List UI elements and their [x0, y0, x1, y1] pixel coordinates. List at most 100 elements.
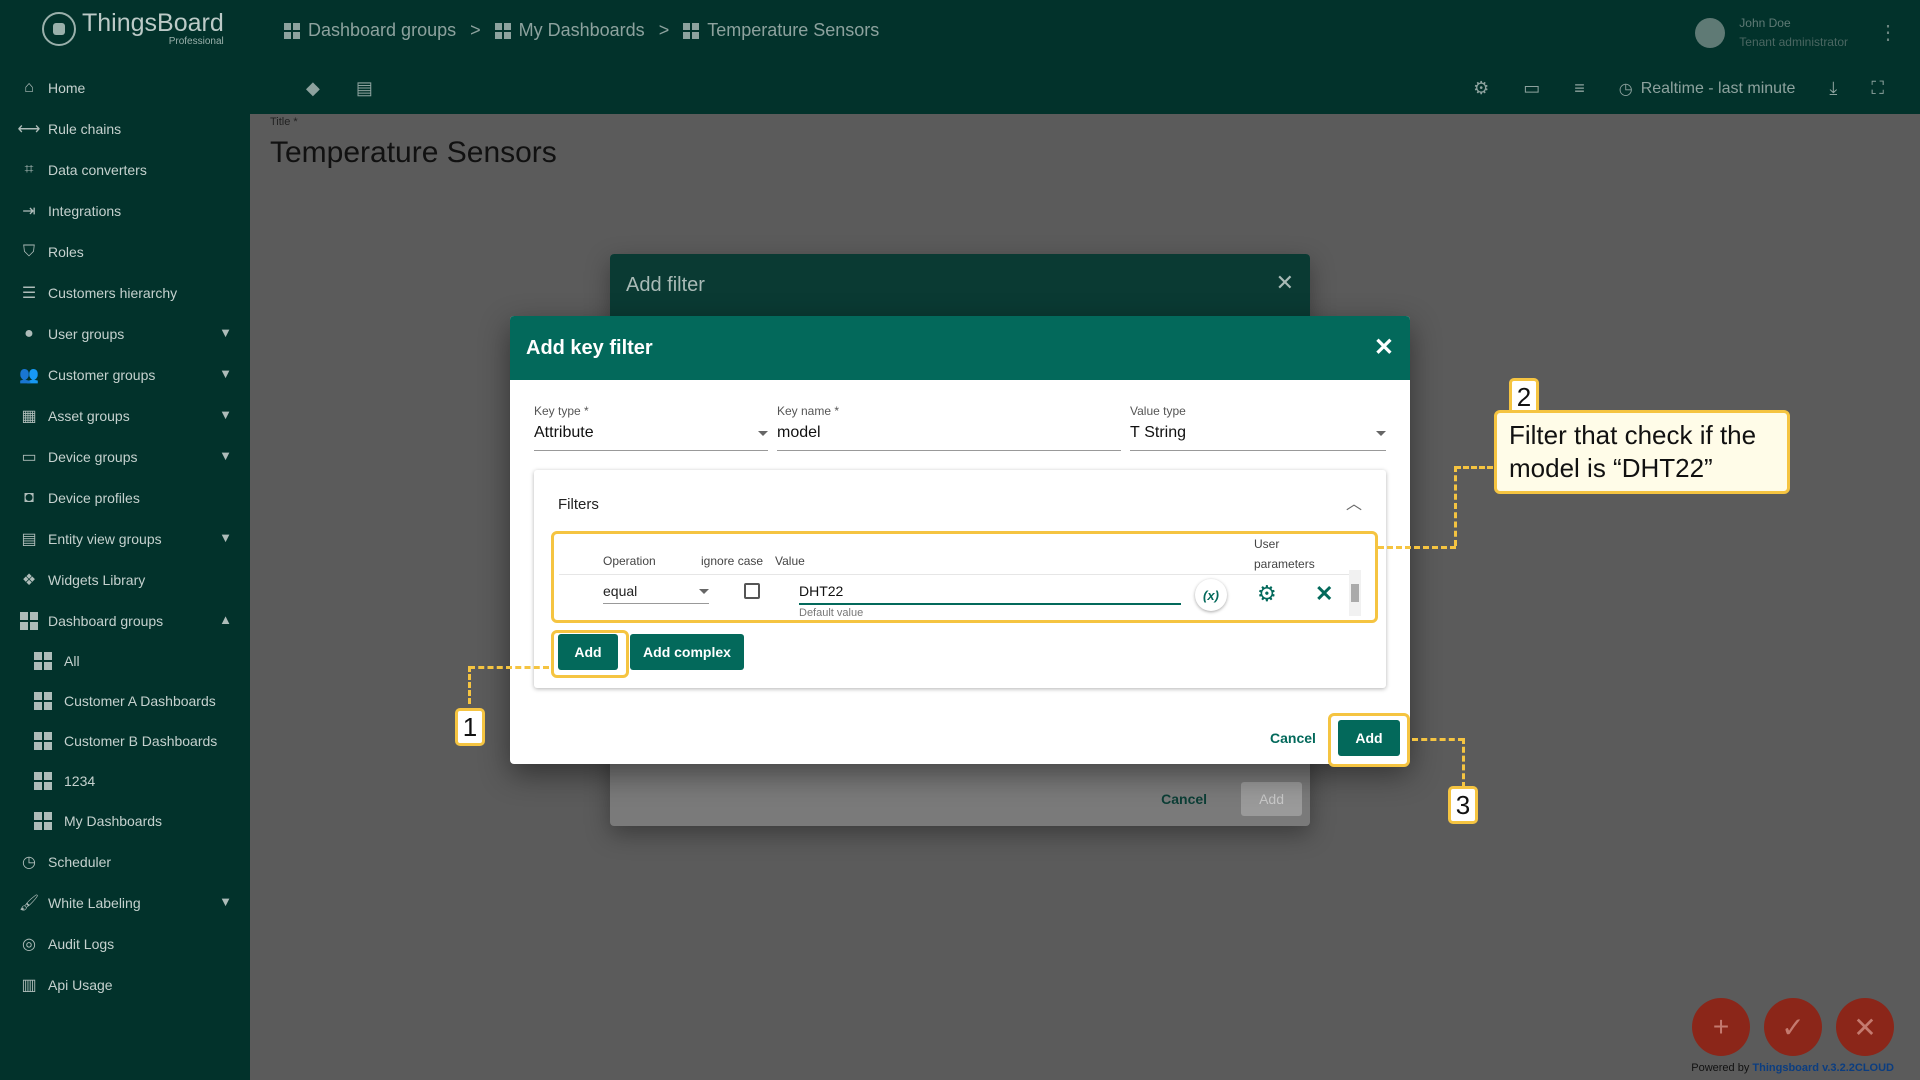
sidebar-subitem-customer-b[interactable]: Customer B Dashboards [0, 721, 250, 761]
sidebar-subitem-all[interactable]: All [0, 641, 250, 681]
sidebar-item-white-labeling[interactable]: 🖌 White Labeling ▼ [0, 882, 250, 923]
dashboard-icon [34, 732, 54, 750]
devices-icon: ▭ [21, 448, 37, 466]
close-icon[interactable]: ✕ [1276, 270, 1294, 296]
chevron-down-icon: ▼ [219, 894, 232, 909]
close-icon[interactable]: ✕ [1374, 333, 1394, 362]
sidebar-item-data-converters[interactable]: ⌗ Data converters [0, 149, 250, 190]
device-profile-icon: ◘ [24, 488, 34, 506]
add-complex-button[interactable]: Add complex [630, 634, 744, 670]
submit-button-highlight [1328, 713, 1410, 767]
add-fab-button[interactable]: + [1692, 998, 1750, 1056]
dashboard-icon [34, 652, 54, 670]
add-icon: + [1712, 1011, 1730, 1042]
sidebar-item-label: Customer groups [48, 366, 156, 383]
add-filter-dialog-header: Add filter ✕ [610, 254, 1310, 316]
sidebar-subitem-1234[interactable]: 1234 [0, 761, 250, 801]
cancel-button[interactable]: Cancel [1147, 783, 1221, 815]
sidebar-item-label: Api Usage [48, 976, 113, 993]
sidebar-subitem-customer-a[interactable]: Customer A Dashboards [0, 681, 250, 721]
sidebar-item-scheduler[interactable]: ◷ Scheduler [0, 841, 250, 882]
layers-icon[interactable]: ◆ [306, 78, 320, 99]
account-circle-icon: ● [24, 324, 34, 342]
key-type-value[interactable]: Attribute [534, 424, 768, 451]
version-link[interactable]: Thingsboard v.3.2.2CLOUD [1752, 1062, 1894, 1074]
value-type-select[interactable]: Value type T String [1130, 404, 1386, 451]
text-type-icon: T [1130, 424, 1140, 441]
sidebar-item-api-usage[interactable]: ▥ Api Usage [0, 964, 250, 1005]
sidebar-item-integrations[interactable]: ⇥ Integrations [0, 190, 250, 231]
annotation-connector [1462, 738, 1465, 788]
rule-chains-icon: ⟷ [17, 120, 41, 138]
sidebar-subitem-my-dashboards[interactable]: My Dashboards [0, 801, 250, 841]
cancel-button[interactable]: Cancel [1270, 730, 1316, 746]
check-icon: ✓ [1781, 1011, 1805, 1043]
sidebar-item-label: Widgets Library [48, 571, 146, 588]
value-type-label: Value type [1130, 404, 1186, 418]
sidebar-menu: ⌂ Home ⟷ Rule chains ⌗ Data converters ⇥ Int… [0, 67, 250, 1005]
sidebar-item-label: User groups [48, 325, 125, 342]
breadcrumb-dashboard-groups[interactable]: Dashboard groups [284, 20, 456, 41]
sidebar-item-device-profiles[interactable]: ◘ Device profiles [0, 477, 250, 518]
sidebar-item-audit-logs[interactable]: ◎ Audit Logs [0, 923, 250, 964]
shield-icon: ⛉ [22, 242, 35, 260]
dashboard-icon [494, 22, 511, 39]
sidebar-item-rule-chains[interactable]: ⟷ Rule chains [0, 108, 250, 149]
chevron-down-icon: ▼ [219, 366, 232, 381]
breadcrumb-my-dashboards[interactable]: My Dashboards [494, 20, 645, 41]
sidebar-item-dashboard-groups[interactable]: Dashboard groups ▲ [0, 600, 250, 641]
layout-icon[interactable]: ▤ [356, 78, 373, 99]
key-type-select[interactable]: Key type * Attribute [534, 404, 768, 451]
dashboard-icon [34, 692, 54, 710]
sidebar-item-roles[interactable]: ⛉ Roles [0, 231, 250, 272]
timewindow-button[interactable]: ◷ Realtime - last minute [1619, 79, 1796, 99]
devices-icon[interactable]: ▭ [1523, 78, 1540, 99]
breadcrumb-temperature-sensors: Temperature Sensors [683, 20, 879, 41]
filter-list-icon[interactable]: ≡ [1574, 78, 1585, 99]
fullscreen-icon[interactable]: ⛶ [1871, 78, 1884, 99]
download-icon[interactable]: ⤓ [1829, 78, 1837, 99]
sidebar-subitem-label: Customer A Dashboards [64, 693, 216, 709]
avatar[interactable] [1695, 17, 1726, 48]
chevron-up-icon[interactable]: ︿ [1346, 490, 1362, 514]
chevron-down-icon: ▼ [219, 325, 232, 340]
apply-fab-button[interactable]: ✓ [1764, 998, 1822, 1056]
user-menu[interactable]: John Doe Tenant administrator ⋮ [1695, 14, 1898, 51]
dashboard-icon [34, 772, 54, 790]
key-name-field[interactable]: Key name * model [777, 404, 1121, 451]
logo[interactable]: ThingsBoard Professional [0, 0, 250, 58]
dashboard-icon [18, 611, 40, 631]
dashboard-icon [284, 22, 300, 39]
value-type-value[interactable]: T String [1130, 424, 1386, 451]
sidebar-item-user-groups[interactable]: ● User groups ▼ [0, 313, 250, 354]
breadcrumb-separator: > [470, 20, 481, 40]
widgets-icon: ❖ [21, 571, 37, 589]
sidebar-item-label: Device profiles [48, 489, 140, 506]
more-vert-icon[interactable]: ⋮ [1878, 20, 1898, 45]
title-field-label: Title * [270, 116, 298, 128]
sidebar-item-widgets-library[interactable]: ❖ Widgets Library [0, 559, 250, 600]
dropdown-arrow-icon [758, 430, 768, 436]
annotation-number-1: 1 [455, 708, 485, 746]
sidebar-item-label: Audit Logs [48, 935, 115, 952]
annotation-connector [1412, 738, 1464, 741]
sidebar-item-asset-groups[interactable]: ▦ Asset groups ▼ [0, 395, 250, 436]
sidebar: ThingsBoard Professional ⌂ Home ⟷ Rule cha… [0, 0, 250, 1080]
dashboard-toolbar-left: ◆ ▤ [306, 78, 373, 99]
sidebar-item-customer-groups[interactable]: 👥 Customer groups ▼ [0, 354, 250, 395]
close-fab-button[interactable]: ✕ [1836, 998, 1894, 1056]
page-title[interactable]: Temperature Sensors [270, 136, 557, 170]
sidebar-item-label: Dashboard groups [48, 612, 164, 629]
add-button-disabled[interactable]: Add [1241, 782, 1302, 816]
sidebar-item-customers-hierarchy[interactable]: ☰ Customers hierarchy [0, 272, 250, 313]
logo-title: ThingsBoard [82, 9, 224, 37]
sidebar-item-home[interactable]: ⌂ Home [0, 67, 250, 108]
settings-icon[interactable]: ⚙ [1473, 78, 1489, 99]
sidebar-item-device-groups[interactable]: ▭ Device groups ▼ [0, 436, 250, 477]
dialog-title: Add key filter [526, 336, 653, 359]
sidebar-item-label: Customers hierarchy [48, 284, 178, 301]
sidebar-item-entity-view-groups[interactable]: ▤ Entity view groups ▼ [0, 518, 250, 559]
add-filter-dialog-footer: Cancel Add [1147, 782, 1302, 816]
annotation-connector [469, 666, 549, 669]
key-name-input[interactable]: model [777, 424, 1121, 451]
